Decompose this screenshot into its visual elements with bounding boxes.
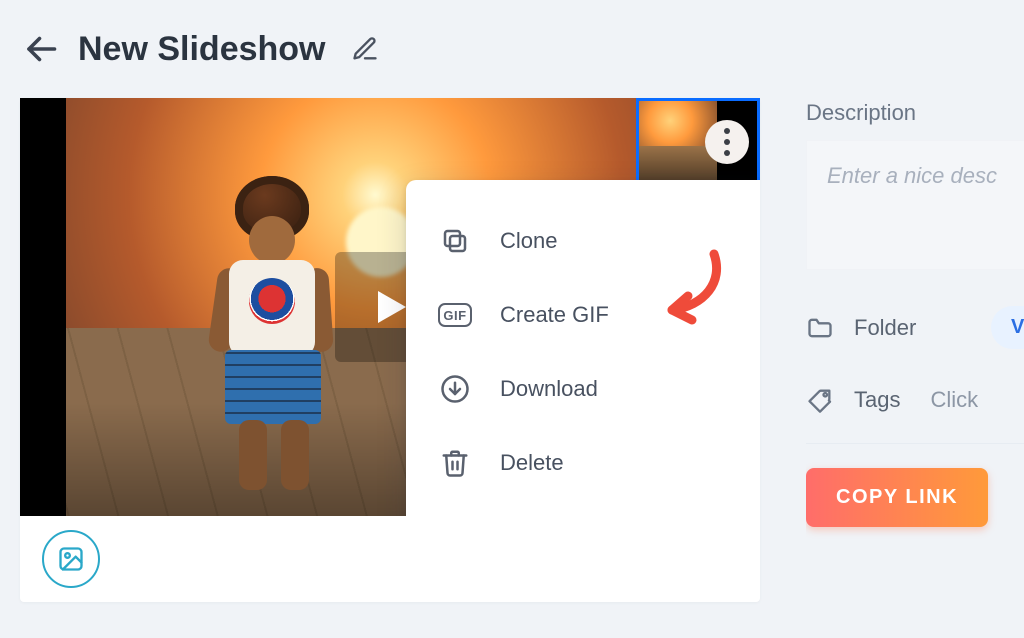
menu-item-label: Create GIF bbox=[500, 302, 609, 328]
menu-item-label: Clone bbox=[500, 228, 557, 254]
pencil-icon bbox=[351, 35, 379, 63]
video-preview: Clone GIF Create GIF Download bbox=[20, 98, 760, 516]
tags-row[interactable]: Tags Click bbox=[806, 385, 1024, 415]
rename-button[interactable] bbox=[346, 30, 384, 68]
arrow-left-icon bbox=[23, 31, 59, 67]
image-icon bbox=[57, 545, 85, 573]
slideshow-card: Clone GIF Create GIF Download bbox=[20, 98, 760, 602]
description-input[interactable]: Enter a nice desc bbox=[806, 140, 1024, 270]
description-placeholder: Enter a nice desc bbox=[827, 163, 997, 188]
gif-icon: GIF bbox=[438, 298, 472, 332]
menu-item-label: Download bbox=[500, 376, 598, 402]
slide-options-button[interactable] bbox=[705, 120, 749, 164]
page-title: New Slideshow bbox=[78, 30, 326, 69]
folder-icon bbox=[806, 313, 836, 343]
menu-item-delete[interactable]: Delete bbox=[412, 426, 760, 500]
folder-value-pill[interactable]: Virt bbox=[991, 306, 1024, 349]
folder-label: Folder bbox=[854, 315, 916, 341]
menu-item-replace-video[interactable]: Replace Video bbox=[412, 500, 760, 516]
folder-row[interactable]: Folder Virt bbox=[806, 306, 1024, 349]
main-area: Clone GIF Create GIF Download bbox=[0, 80, 1024, 602]
description-label: Description bbox=[806, 100, 1024, 126]
copy-link-button[interactable]: COPY LINK bbox=[806, 468, 988, 527]
slide-context-menu: Clone GIF Create GIF Download bbox=[406, 180, 760, 516]
back-button[interactable] bbox=[20, 28, 62, 70]
divider bbox=[806, 443, 1024, 444]
tags-hint: Click bbox=[930, 387, 978, 413]
menu-item-create-gif[interactable]: GIF Create GIF bbox=[412, 278, 760, 352]
download-icon bbox=[438, 372, 472, 406]
details-panel: Description Enter a nice desc Folder Vir… bbox=[806, 98, 1024, 602]
trash-icon bbox=[438, 446, 472, 480]
page-header: New Slideshow bbox=[0, 0, 1024, 80]
menu-item-download[interactable]: Download bbox=[412, 352, 760, 426]
clone-icon bbox=[438, 224, 472, 258]
menu-item-clone[interactable]: Clone bbox=[412, 204, 760, 278]
tag-icon bbox=[806, 385, 836, 415]
selected-slide-thumbnail[interactable] bbox=[636, 98, 760, 186]
menu-item-label: Delete bbox=[500, 450, 564, 476]
card-toolbar bbox=[20, 516, 760, 602]
more-vertical-icon bbox=[724, 128, 730, 134]
tags-label: Tags bbox=[854, 387, 900, 413]
add-image-button[interactable] bbox=[42, 530, 100, 588]
